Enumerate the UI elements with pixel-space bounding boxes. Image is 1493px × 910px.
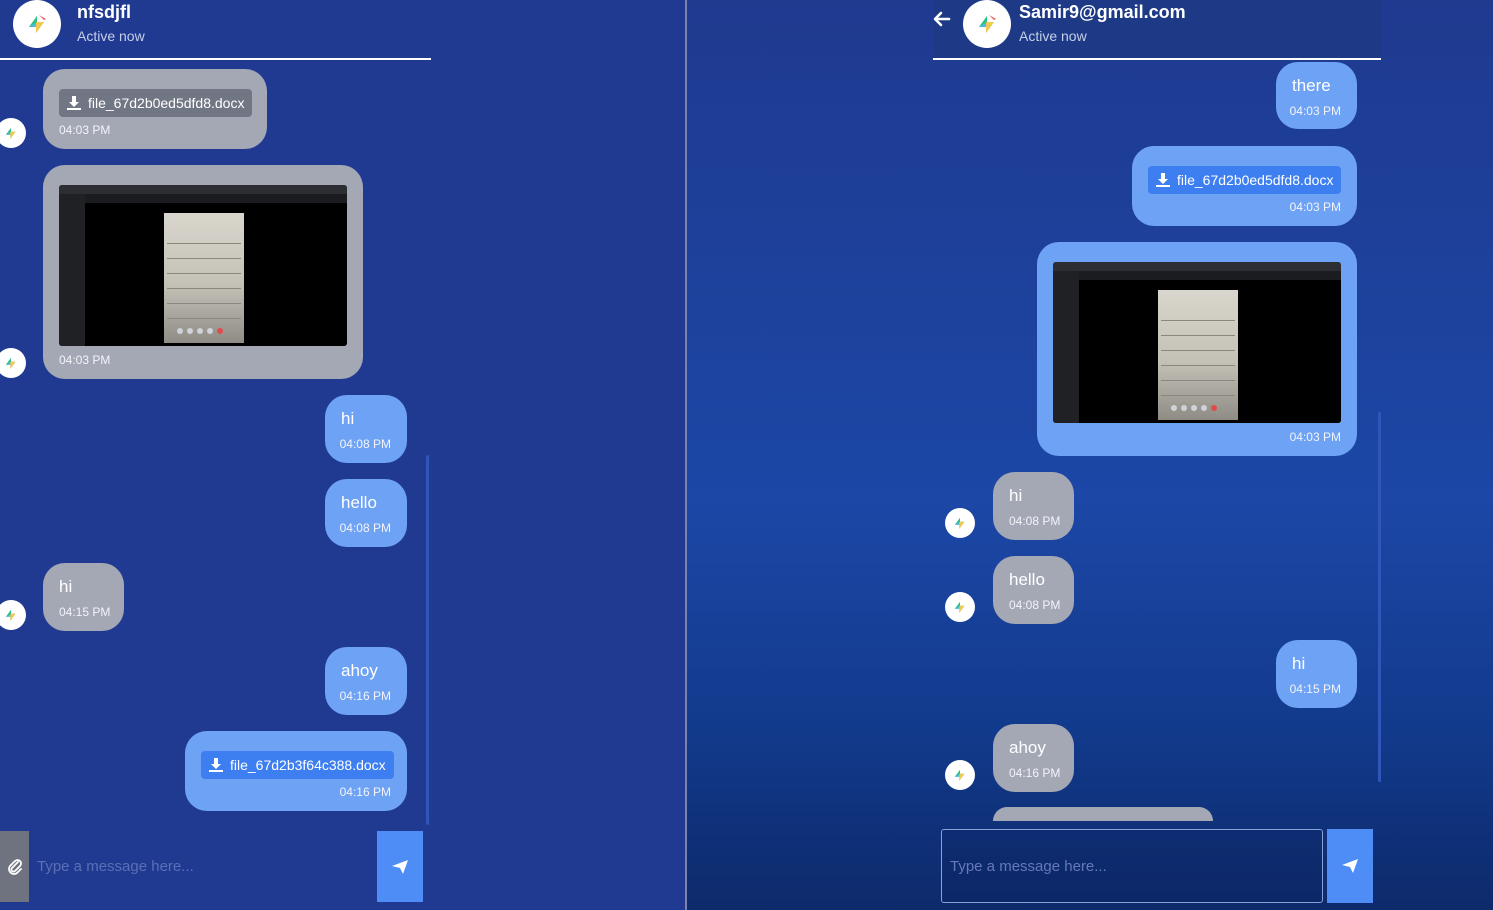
- message-text: hello: [341, 493, 377, 512]
- message-avatar: [0, 348, 26, 378]
- logo-icon: [29, 15, 46, 33]
- message-avatar: [945, 760, 975, 790]
- chat-pane-left: nfsdjfl Active now file_67d2b0ed5dfd8.do…: [0, 0, 686, 910]
- send-icon: [1342, 859, 1358, 873]
- message-text: ahoy: [341, 661, 378, 680]
- message-outgoing-text: ahoy 04:16 PM: [325, 647, 407, 715]
- message-incoming-text: hi 04:15 PM: [43, 563, 124, 631]
- message-input[interactable]: [29, 831, 377, 902]
- message-avatar: [945, 592, 975, 622]
- message-text: there: [1292, 76, 1331, 95]
- contact-name: Samir9@gmail.com: [1019, 2, 1186, 22]
- contact-status: Active now: [77, 28, 145, 44]
- logo-icon: [954, 769, 965, 781]
- contact-status: Active now: [1019, 28, 1087, 44]
- logo-icon: [5, 127, 16, 139]
- message-time: 04:15 PM: [59, 605, 111, 619]
- logo-icon: [954, 517, 965, 529]
- message-outgoing-text: there 04:03 PM: [1276, 62, 1357, 129]
- message-incoming-partial: [993, 807, 1213, 821]
- message-avatar: [945, 508, 975, 538]
- file-name: file_67d2b0ed5dfd8.docx: [88, 95, 245, 111]
- message-time: 04:03 PM: [59, 123, 111, 137]
- download-icon: [1156, 173, 1170, 187]
- message-time: 04:08 PM: [339, 521, 391, 535]
- file-name: file_67d2b0ed5dfd8.docx: [1177, 172, 1334, 188]
- message-incoming-text: hi 04:08 PM: [993, 472, 1074, 540]
- message-outgoing-text: hi 04:15 PM: [1276, 640, 1357, 708]
- message-text: hi: [1009, 486, 1023, 505]
- contact-avatar[interactable]: [13, 0, 61, 48]
- send-button[interactable]: [1327, 829, 1373, 903]
- message-text: hi: [1292, 654, 1306, 673]
- send-icon: [392, 859, 408, 874]
- logo-icon: [5, 609, 16, 621]
- message-outgoing-image: 04:03 PM: [1037, 242, 1357, 456]
- message-time: 04:03 PM: [1289, 104, 1341, 118]
- send-button[interactable]: [377, 831, 423, 902]
- message-text: ahoy: [1009, 738, 1046, 757]
- image-attachment[interactable]: [1053, 262, 1341, 423]
- message-outgoing-text: hello 04:08 PM: [325, 479, 407, 547]
- file-download-link[interactable]: file_67d2b0ed5dfd8.docx: [1148, 166, 1342, 194]
- chat-pane-right: Samir9@gmail.com Active now there 04:03 …: [687, 0, 1493, 910]
- message-time: 04:03 PM: [1289, 430, 1341, 444]
- message-avatar: [0, 118, 26, 148]
- message-text: hi: [341, 409, 355, 428]
- download-icon: [67, 96, 81, 110]
- message-incoming-text: hello 04:08 PM: [993, 556, 1074, 624]
- paperclip-icon: [7, 858, 22, 875]
- download-icon: [209, 758, 223, 772]
- chat-header: nfsdjfl Active now: [0, 0, 431, 60]
- message-text: hello: [1009, 570, 1045, 589]
- message-time: 04:16 PM: [1009, 766, 1061, 780]
- file-download-link[interactable]: file_67d2b3f64c388.docx: [201, 751, 394, 779]
- message-incoming-text: ahoy 04:16 PM: [993, 724, 1074, 792]
- scrollbar[interactable]: [426, 455, 429, 825]
- file-download-link[interactable]: file_67d2b0ed5dfd8.docx: [59, 89, 253, 117]
- message-time: 04:16 PM: [339, 785, 391, 799]
- message-outgoing-text: hi 04:08 PM: [325, 395, 407, 463]
- message-time: 04:03 PM: [59, 353, 111, 367]
- message-time: 04:08 PM: [1009, 598, 1061, 612]
- message-outgoing-file: file_67d2b0ed5dfd8.docx 04:03 PM: [1132, 146, 1357, 226]
- image-attachment[interactable]: [59, 185, 347, 346]
- message-time: 04:15 PM: [1289, 682, 1341, 696]
- logo-icon: [979, 15, 996, 33]
- contact-name: nfsdjfl: [77, 2, 131, 22]
- message-time: 04:03 PM: [1289, 200, 1341, 214]
- message-avatar: [0, 600, 26, 630]
- logo-icon: [954, 601, 965, 613]
- message-time: 04:08 PM: [339, 437, 391, 451]
- message-text: hi: [59, 577, 73, 596]
- message-time: 04:08 PM: [1009, 514, 1061, 528]
- message-time: 04:16 PM: [339, 689, 391, 703]
- arrow-left-icon[interactable]: [933, 10, 951, 28]
- attach-button[interactable]: [0, 831, 29, 902]
- chat-header: Samir9@gmail.com Active now: [933, 0, 1381, 60]
- message-incoming-file: file_67d2b0ed5dfd8.docx 04:03 PM: [43, 69, 267, 149]
- message-outgoing-file: file_67d2b3f64c388.docx 04:16 PM: [185, 731, 407, 811]
- contact-avatar[interactable]: [963, 0, 1011, 48]
- file-name: file_67d2b3f64c388.docx: [230, 757, 386, 773]
- message-input[interactable]: [941, 829, 1323, 903]
- scrollbar[interactable]: [1378, 412, 1381, 782]
- message-incoming-image: 04:03 PM: [43, 165, 363, 379]
- logo-icon: [5, 357, 16, 369]
